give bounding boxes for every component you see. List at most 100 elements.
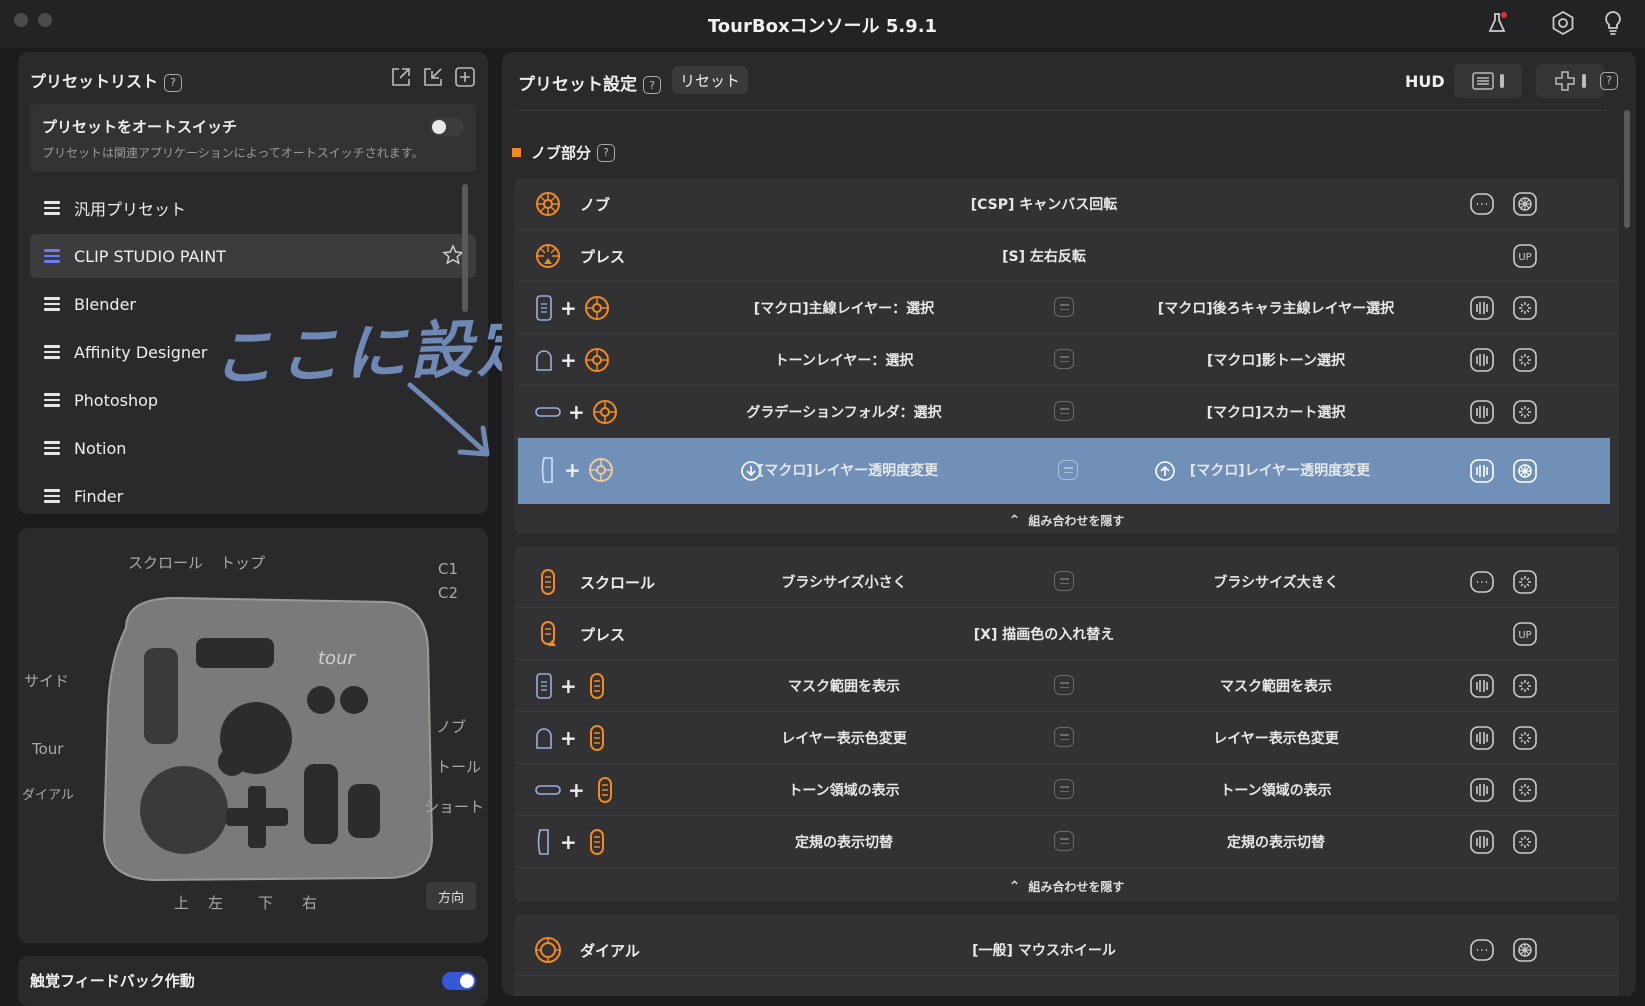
add-preset-icon[interactable]	[454, 66, 478, 90]
flask-icon[interactable]	[1482, 8, 1512, 38]
waveform-icon[interactable]	[1469, 399, 1495, 429]
hide-combo-toggle[interactable]: ⌃ 組み合わせを隠す	[514, 878, 1619, 895]
menu-icon	[44, 249, 60, 263]
mapping-row[interactable]: ダイアル [一般] マウスホイール	[514, 924, 1619, 976]
waveform-icon[interactable]	[1469, 347, 1495, 377]
action-left[interactable]: 定規の表示切替	[694, 832, 994, 852]
combo-row[interactable]: + トーン領域の表示 トーン領域の表示	[514, 764, 1619, 816]
direction-button[interactable]: 方向	[426, 882, 476, 910]
help-icon[interactable]: ?	[164, 73, 183, 92]
link-icon[interactable]	[1054, 779, 1074, 799]
ellipsis-icon[interactable]	[1469, 569, 1495, 599]
action-right[interactable]: トーン領域の表示	[1126, 780, 1426, 800]
mapping-row[interactable]: ノブ [CSP] キャンバス回転	[514, 178, 1619, 230]
sparkle-icon[interactable]	[1512, 673, 1538, 703]
preset-item[interactable]: 汎用プリセット	[30, 186, 476, 230]
menu-icon	[44, 345, 60, 359]
settings-icon[interactable]	[1548, 8, 1578, 38]
action-left[interactable]: [マクロ]レイヤー透明度変更	[698, 460, 998, 480]
action-left[interactable]: [マクロ]主線レイヤー：選択	[694, 298, 994, 318]
up-icon[interactable]: UP	[1512, 621, 1538, 651]
action-right[interactable]: ブラシサイズ大きく	[1126, 572, 1426, 592]
waveform-icon[interactable]	[1469, 777, 1495, 807]
sparkle-icon[interactable]	[1512, 829, 1538, 859]
action-right[interactable]: 定規の表示切替	[1126, 832, 1426, 852]
action-left[interactable]: トーン領域の表示	[694, 780, 994, 800]
link-icon[interactable]	[1054, 297, 1074, 317]
sparkle-icon[interactable]	[1512, 295, 1538, 325]
hud-list-toggle[interactable]	[1454, 64, 1522, 98]
waveform-icon[interactable]	[1469, 725, 1495, 755]
link-icon[interactable]	[1054, 571, 1074, 591]
sparkle-icon[interactable]	[1512, 399, 1538, 429]
combo-row-selected[interactable]: + [マクロ]レイヤー透明度変更 [マクロ]レイヤー透明度変更	[518, 438, 1610, 504]
sparkle-icon[interactable]	[1512, 347, 1538, 377]
waveform-icon[interactable]	[1469, 295, 1495, 325]
ellipsis-icon[interactable]	[1469, 191, 1495, 221]
export-icon[interactable]	[390, 66, 414, 90]
reset-button[interactable]: リセット	[672, 66, 748, 94]
sparkle-icon[interactable]	[1512, 725, 1538, 755]
knob-settings-icon[interactable]	[1512, 937, 1538, 967]
action-left[interactable]: トーンレイヤー：選択	[694, 350, 994, 370]
action-right[interactable]: レイヤー表示色変更	[1126, 728, 1426, 748]
action-left[interactable]: ブラシサイズ小さく	[694, 572, 994, 592]
dial-settings-card: ダイアル [一般] マウスホイール	[514, 914, 1619, 996]
combo-row[interactable]: + マスク範囲を表示 マスク範囲を表示	[514, 660, 1619, 712]
action-left[interactable]: マスク範囲を表示	[694, 676, 994, 696]
preset-item-active[interactable]: CLIP STUDIO PAINT	[30, 234, 476, 278]
action-label[interactable]: [CSP] キャンバス回転	[894, 194, 1194, 214]
action-left[interactable]: グラデーションフォルダ：選択	[694, 402, 994, 422]
ellipsis-icon[interactable]	[1469, 937, 1495, 967]
sparkle-icon[interactable]	[1512, 777, 1538, 807]
link-icon[interactable]	[1054, 349, 1074, 369]
mapping-row[interactable]: プレス [S] 左右反転 UP	[514, 230, 1619, 282]
action-right[interactable]: [マクロ]影トーン選択	[1126, 350, 1426, 370]
mapping-row[interactable]: プレス [X] 描画色の入れ替え UP	[514, 608, 1619, 660]
combo-row[interactable]: + レイヤー表示色変更 レイヤー表示色変更	[514, 712, 1619, 764]
preset-list-scrollbar[interactable]	[462, 184, 468, 312]
label-top: トップ	[220, 554, 266, 572]
hud-device-toggle[interactable]	[1536, 64, 1604, 98]
link-icon[interactable]	[1054, 831, 1074, 851]
link-icon[interactable]	[1054, 401, 1074, 421]
label-down: 下	[258, 894, 274, 912]
lightbulb-icon[interactable]	[1598, 8, 1628, 38]
waveform-icon[interactable]	[1469, 829, 1495, 859]
combo-row[interactable]: + 定規の表示切替 定規の表示切替	[514, 816, 1619, 868]
help-icon[interactable]: ?	[597, 143, 616, 162]
link-icon[interactable]	[1054, 727, 1074, 747]
sparkle-icon[interactable]	[1512, 569, 1538, 599]
tall-plus-scroll-icon: +	[534, 672, 611, 700]
import-icon[interactable]	[422, 66, 446, 90]
preset-item[interactable]: Finder	[30, 474, 476, 518]
hide-combo-toggle[interactable]: ⌃ 組み合わせを隠す	[514, 512, 1619, 529]
action-left[interactable]: レイヤー表示色変更	[694, 728, 994, 748]
up-icon[interactable]: UP	[1512, 243, 1538, 273]
action-right[interactable]: [マクロ]レイヤー透明度変更	[1130, 460, 1430, 480]
auto-switch-toggle[interactable]	[430, 118, 464, 136]
link-icon[interactable]	[1058, 460, 1078, 480]
knob-settings-icon[interactable]	[1512, 458, 1538, 488]
waveform-icon[interactable]	[1469, 458, 1495, 488]
action-right[interactable]: マスク範囲を表示	[1126, 676, 1426, 696]
side-plus-scroll-icon: +	[534, 828, 611, 856]
settings-scrollbar[interactable]	[1624, 110, 1630, 228]
knob-settings-icon[interactable]	[1512, 191, 1538, 221]
combo-row[interactable]: + グラデーションフォルダ：選択 [マクロ]スカート選択	[514, 386, 1619, 438]
action-label[interactable]: [S] 左右反転	[894, 246, 1194, 266]
haptic-toggle[interactable]	[442, 972, 476, 990]
action-right[interactable]: [マクロ]後ろキャラ主線レイヤー選択	[1126, 298, 1426, 318]
action-label[interactable]: [X] 描画色の入れ替え	[894, 624, 1194, 644]
label-short: ショート	[424, 798, 485, 816]
combo-row[interactable]: + トーンレイヤー：選択 [マクロ]影トーン選択	[514, 334, 1619, 386]
link-icon[interactable]	[1054, 675, 1074, 695]
help-icon[interactable]: ?	[1600, 70, 1618, 90]
star-icon[interactable]	[442, 244, 464, 270]
action-right[interactable]: [マクロ]スカート選択	[1126, 402, 1426, 422]
mapping-row[interactable]: スクロール ブラシサイズ小さく ブラシサイズ大きく	[514, 556, 1619, 608]
help-icon[interactable]: ?	[643, 76, 661, 94]
waveform-icon[interactable]	[1469, 673, 1495, 703]
combo-row[interactable]: + [マクロ]主線レイヤー：選択 [マクロ]後ろキャラ主線レイヤー選択	[514, 282, 1619, 334]
action-label[interactable]: [一般] マウスホイール	[894, 940, 1194, 960]
